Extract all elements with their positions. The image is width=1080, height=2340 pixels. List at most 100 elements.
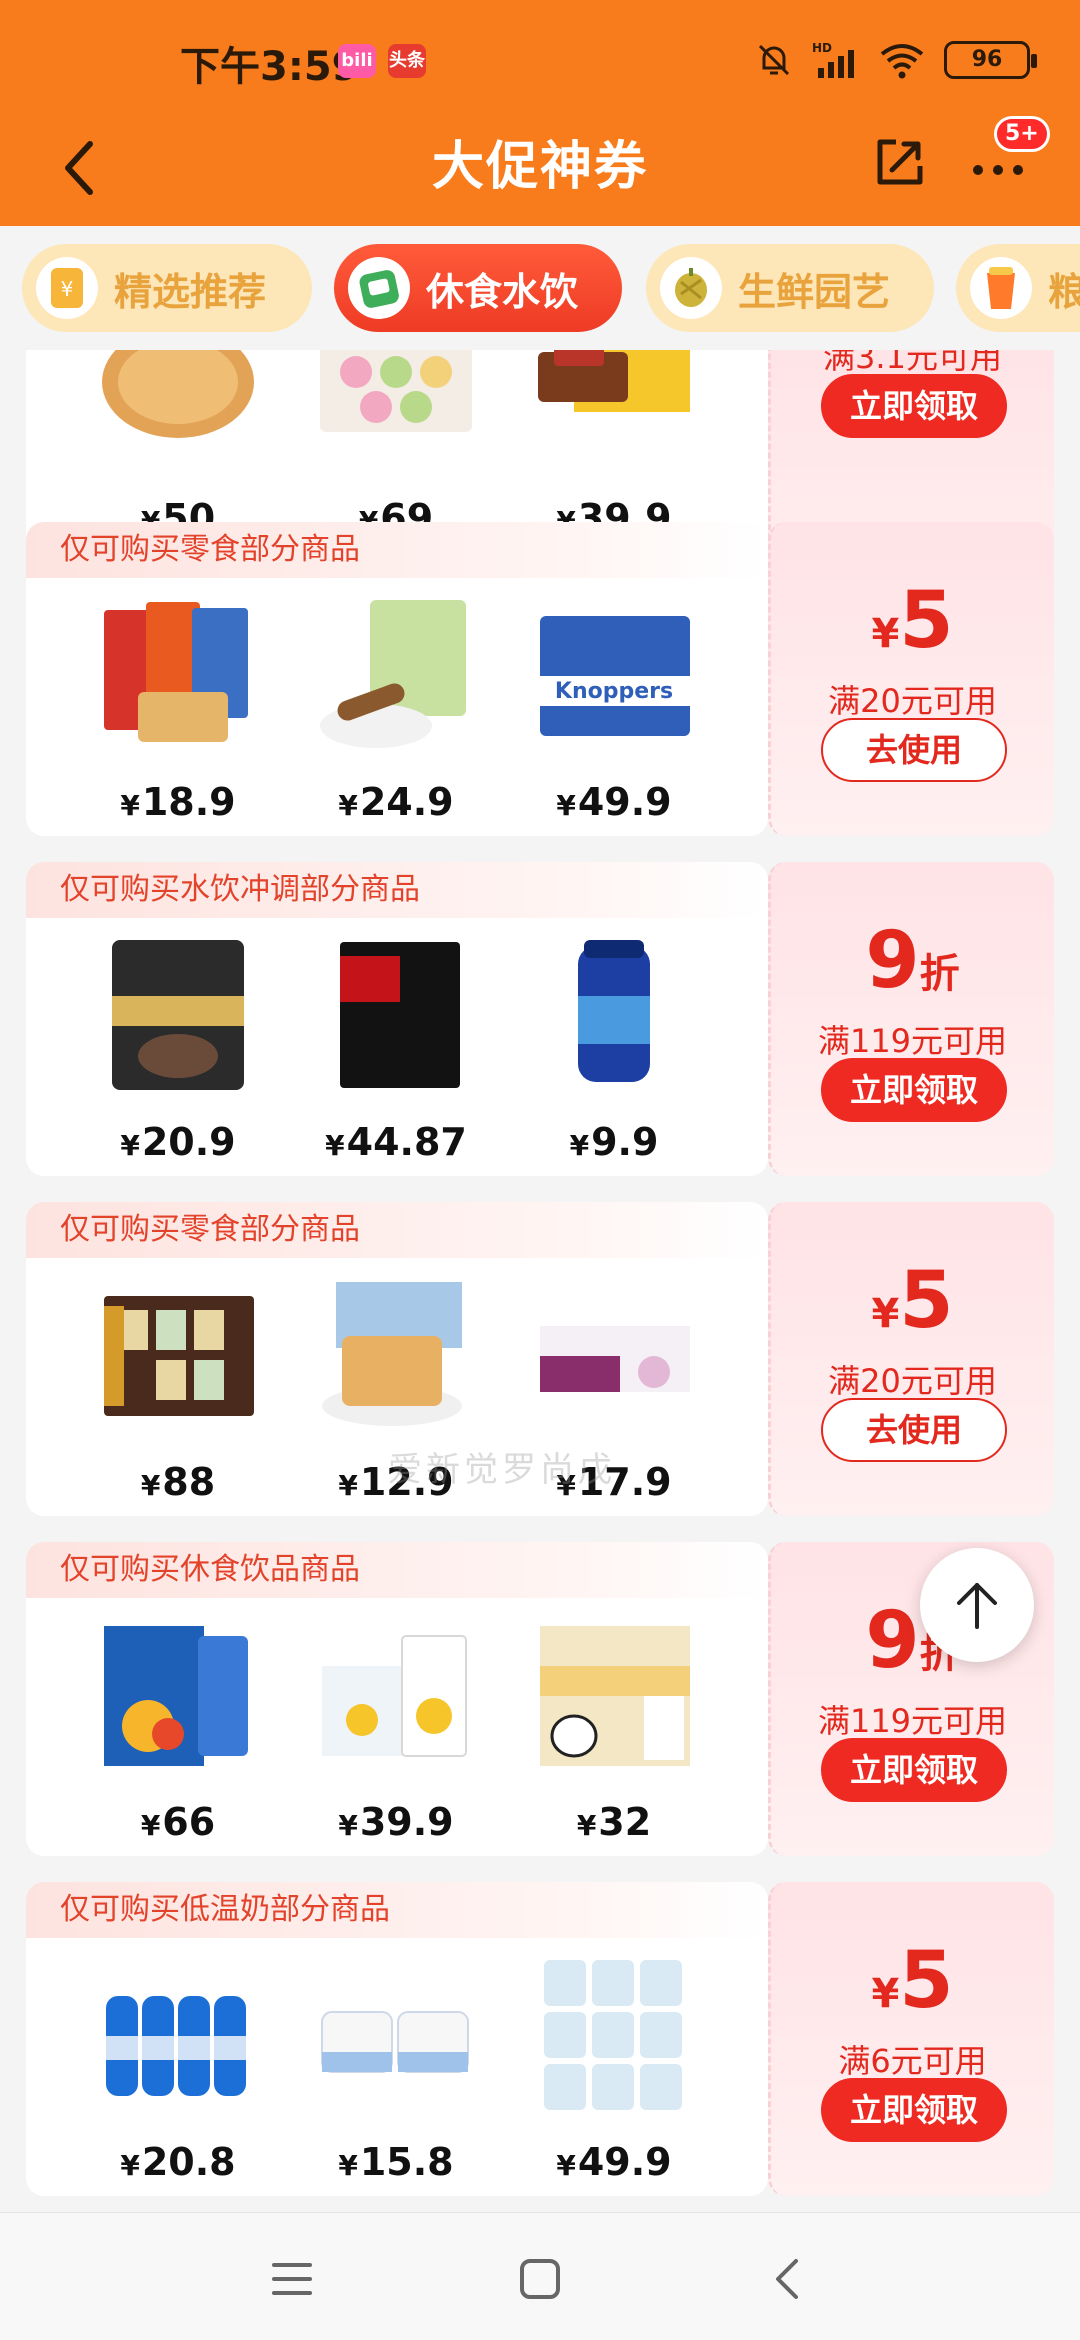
svg-text:¥: ¥: [61, 277, 74, 301]
product-price: ¥9.9: [569, 1120, 659, 1164]
coupon-condition: 满6元可用: [838, 2042, 987, 2080]
product-image: Knoppers: [540, 616, 690, 736]
product-image: [320, 600, 466, 748]
coupon-value-panel: 9折 满119元可用 立即领取: [768, 862, 1054, 1176]
product-image: [322, 1635, 467, 1757]
product-row: ¥20.9 ¥44.87 ¥9.9: [26, 918, 768, 1176]
system-nav-bar: [0, 2212, 1080, 2340]
coupon-products-panel: 仅可购买低温奶部分商品 ¥20.8 ¥15.8 ¥49.9: [26, 1882, 768, 2196]
product-item[interactable]: ¥20.8: [78, 1956, 278, 2196]
coupon-scope-title: 仅可购买水饮冲调部分商品: [26, 862, 768, 918]
coupon-products-panel: 仅可购买零食部分商品 ¥18.9 ¥24.9 Knoppers ¥49.9: [26, 522, 768, 836]
product-item[interactable]: ¥18.9: [78, 596, 278, 836]
durian-tab-icon: [660, 257, 722, 319]
product-item[interactable]: ¥24.9: [296, 596, 496, 836]
product-price: ¥20.9: [120, 1120, 236, 1164]
claim-button[interactable]: 立即领取: [821, 1738, 1007, 1802]
product-price: ¥49.9: [556, 780, 672, 824]
coupon-card: 仅可购买水饮冲调部分商品 ¥20.9 ¥44.87 ¥9.9 9折 满119元可…: [26, 862, 1054, 1176]
product-price: ¥24.9: [338, 780, 454, 824]
share-icon[interactable]: [870, 132, 930, 192]
bilibili-app-icon: bili: [338, 44, 376, 78]
product-image: [106, 1996, 246, 2096]
coupon-card: 仅可购买休食饮品商品 ¥66 ¥39.9 ¥32 9折 满119元可用 立即领取: [26, 1542, 1054, 1856]
product-price: ¥15.8: [338, 2140, 454, 2184]
product-image: [578, 940, 650, 1082]
tab-label: 休食水饮: [426, 269, 579, 314]
product-image: [544, 1960, 682, 2110]
claim-button[interactable]: 立即领取: [821, 2078, 1007, 2142]
product-price: ¥88: [140, 1460, 216, 1504]
coupon-tab-icon: ¥: [36, 257, 98, 319]
toutiao-app-icon: 头条: [388, 44, 426, 78]
product-item[interactable]: ¥9.9: [514, 936, 714, 1176]
coupon-amount: ¥5: [871, 576, 954, 666]
product-row: ¥66 ¥39.9 ¥32: [26, 1598, 768, 1856]
use-button[interactable]: 去使用: [821, 718, 1007, 782]
product-image: [540, 1626, 690, 1766]
product-price: ¥44.87: [325, 1120, 467, 1164]
product-item[interactable]: ¥49.9: [514, 1956, 714, 2196]
coupon-amount: ¥5: [871, 1936, 954, 2026]
product-price: ¥49.9: [556, 2140, 672, 2184]
product-item[interactable]: ¥39.9: [296, 1616, 496, 1856]
product-price: ¥66: [140, 1800, 216, 1844]
notification-badge: 5+: [994, 116, 1050, 152]
product-image: [538, 350, 690, 412]
coupon-condition: 满119元可用: [817, 1702, 1008, 1740]
coupon-value-panel: ¥5 满6元可用 立即领取: [768, 1882, 1054, 2196]
status-bar: 下午3:59 bili 头条 HD 96: [0, 0, 1080, 110]
back-nav-icon[interactable]: [758, 2249, 818, 2309]
watermark-text: 爱新觉罗尚戊: [388, 1450, 616, 1490]
product-image: [104, 1626, 248, 1766]
coupon-products-panel: 仅可购买休食饮品商品 ¥66 ¥39.9 ¥32: [26, 1542, 768, 1856]
product-item[interactable]: ¥15.8: [296, 1956, 496, 2196]
arrow-up-icon: [957, 1583, 997, 1629]
product-image: [340, 942, 460, 1088]
network-type-label: HD: [812, 41, 832, 55]
tab-snacks-drinks[interactable]: 休食水饮: [334, 244, 622, 332]
tab-grain[interactable]: 粮: [956, 244, 1080, 332]
coupon-card: 仅可购买低温奶部分商品 ¥20.8 ¥15.8 ¥49.9 ¥5 满6元可用 立…: [26, 1882, 1054, 2196]
product-item[interactable]: ¥32: [514, 1616, 714, 1856]
menu-icon[interactable]: [262, 2249, 322, 2309]
product-item[interactable]: ¥44.87: [296, 936, 496, 1176]
category-tabs: ¥ 精选推荐 休食水饮 生鲜园艺 粮: [0, 226, 1080, 350]
nav-bar: 大促神券 5+: [0, 110, 1080, 226]
wifi-icon: [880, 44, 924, 79]
coupon-products-panel: 仅可购买水饮冲调部分商品 ¥20.9 ¥44.87 ¥9.9: [26, 862, 768, 1176]
product-item[interactable]: ¥66: [78, 1616, 278, 1856]
svg-text:Knoppers: Knoppers: [555, 679, 673, 704]
product-image: [102, 350, 254, 438]
home-icon[interactable]: [510, 2249, 570, 2309]
coupon-scope-title: 仅可购买零食部分商品: [26, 1202, 768, 1258]
tab-fresh-garden[interactable]: 生鲜园艺: [646, 244, 934, 332]
snack-tab-icon: [348, 257, 410, 319]
claim-button[interactable]: 立即领取: [821, 374, 1007, 438]
product-item[interactable]: ¥88: [78, 1276, 278, 1516]
claim-button[interactable]: 立即领取: [821, 1058, 1007, 1122]
coupon-condition: 满20元可用: [828, 682, 997, 720]
signal-icon: HD: [812, 41, 854, 78]
product-image: [104, 602, 248, 742]
coupon-value-panel: ¥5 满20元可用 去使用: [768, 522, 1054, 836]
product-image: [320, 350, 472, 432]
coupon-scope-title: 仅可购买休食饮品商品: [26, 1542, 768, 1598]
tab-label: 粮: [1048, 269, 1080, 314]
use-button[interactable]: 去使用: [821, 1398, 1007, 1462]
product-item[interactable]: Knoppers ¥49.9: [514, 596, 714, 836]
product-price: ¥18.9: [120, 780, 236, 824]
status-right: HD 96: [754, 38, 1037, 82]
coupon-condition: 满119元可用: [817, 1022, 1008, 1060]
product-row: ¥18.9 ¥24.9 Knoppers ¥49.9: [26, 578, 768, 836]
coupon-condition: 满20元可用: [828, 1362, 997, 1400]
back-to-top-button[interactable]: [920, 1548, 1034, 1662]
mute-bell-icon: [758, 44, 790, 76]
coupon-scope-title: 仅可购买低温奶部分商品: [26, 1882, 768, 1938]
product-price: ¥20.8: [120, 2140, 236, 2184]
tab-label: 精选推荐: [114, 269, 267, 314]
product-item[interactable]: ¥20.9: [78, 936, 278, 1176]
tab-featured[interactable]: ¥ 精选推荐: [22, 244, 312, 332]
header-bar: 下午3:59 bili 头条 HD 96 大促神券 5+: [0, 0, 1080, 226]
battery-icon: 96: [944, 41, 1037, 79]
